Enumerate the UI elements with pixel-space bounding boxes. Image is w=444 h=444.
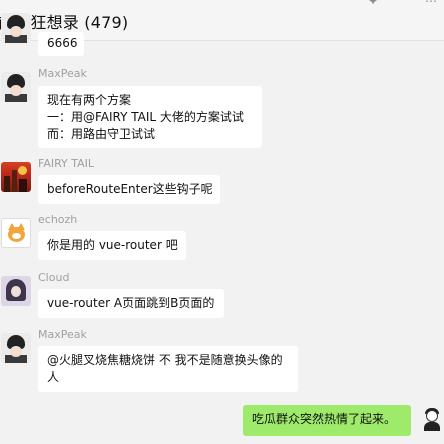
self-avatar[interactable] [419, 405, 443, 433]
avatar[interactable] [1, 333, 31, 363]
message-text: @火腿叉烧焦糖烧饼 不 我不是随意换头像的 [47, 353, 283, 367]
message-bubble[interactable]: 你是用的 vue-router 吧 [38, 231, 186, 260]
message-text: 你是用的 vue-router 吧 [47, 238, 178, 252]
message-text: 6666 [47, 36, 78, 50]
pin-icon[interactable]: ✦ [368, 0, 378, 8]
message-text: 一：用@FAIRY TAIL 大佬的方案试试 [47, 110, 244, 124]
avatar[interactable] [1, 13, 31, 43]
avatar[interactable] [1, 162, 31, 192]
message-list[interactable]: 6666 MaxPeak 现在有两个方案 一：用@FAIRY TAIL 大佬的方… [0, 13, 444, 444]
message-text: 人 [47, 370, 60, 384]
message-text: vue-router A页面跳到B页面的 [47, 296, 215, 310]
message-text: 而：用路由守卫试试 [47, 127, 156, 141]
avatar[interactable] [1, 218, 31, 248]
message-text: 现在有两个方案 [47, 93, 132, 107]
message-bubble[interactable]: 现在有两个方案 一：用@FAIRY TAIL 大佬的方案试试 而：用路由守卫试试 [38, 86, 262, 148]
sender-name: MaxPeak [38, 67, 87, 80]
message-bubble[interactable]: @火腿叉烧焦糖烧饼 不 我不是随意换头像的 人 [38, 346, 298, 392]
message-text: 吃瓜群众突然热情了起来。 [252, 412, 397, 426]
message-bubble[interactable]: vue-router A页面跳到B页面的 [38, 289, 224, 318]
sender-name: MaxPeak [38, 328, 87, 341]
message-text: beforeRouteEnter这些钩子呢 [47, 182, 213, 196]
menu-icon[interactable]: ⋯ [425, 0, 437, 8]
sender-name: echozh [38, 213, 78, 226]
sender-name: Cloud [38, 271, 70, 284]
sender-name: FAIRY TAIL [38, 157, 95, 170]
self-message-bubble[interactable]: 吃瓜群众突然热情了起来。 [243, 405, 411, 436]
message-bubble[interactable]: 6666 [38, 32, 84, 56]
avatar[interactable] [1, 72, 31, 102]
avatar[interactable] [1, 276, 31, 306]
message-bubble[interactable]: beforeRouteEnter这些钩子呢 [38, 175, 220, 204]
